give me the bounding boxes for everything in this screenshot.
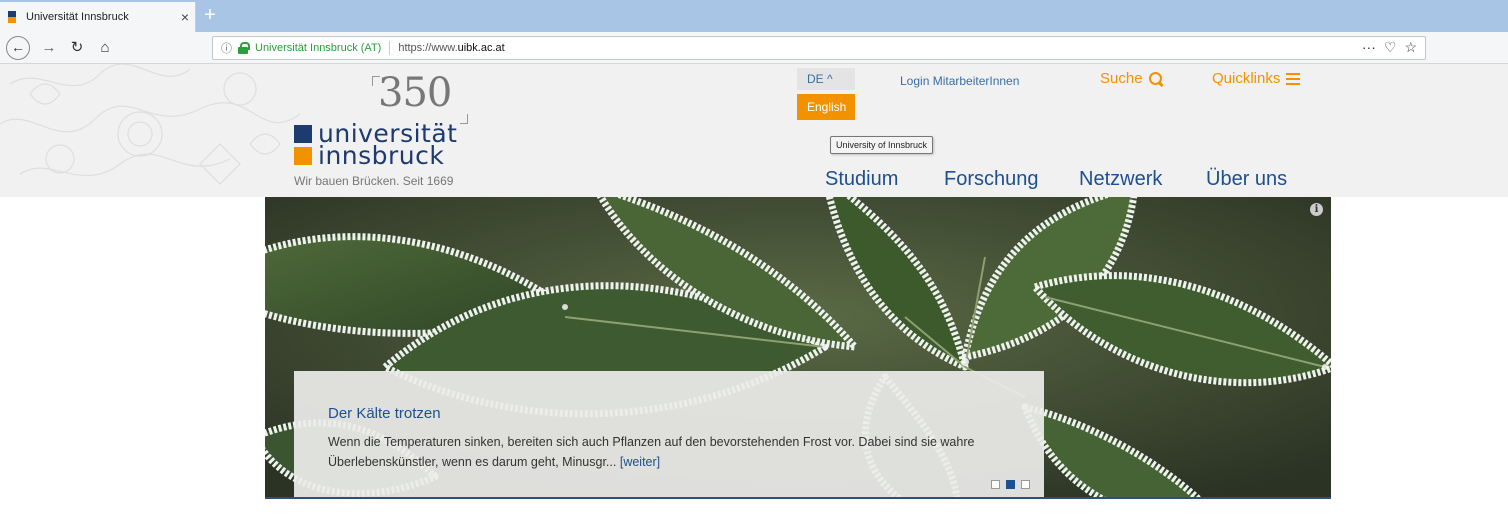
site-header: 350 universität innsbruck Wir bauen Brüc… xyxy=(0,64,1508,197)
pocket-icon[interactable]: ♡ xyxy=(1384,39,1397,56)
bookmark-star-icon[interactable]: ☆ xyxy=(1404,39,1417,56)
site-identity[interactable]: Universität Innsbruck (AT) xyxy=(255,42,381,54)
nav-ueber-uns[interactable]: Über uns xyxy=(1206,168,1287,191)
search-link[interactable]: Suche xyxy=(1100,70,1163,87)
page-actions-icon[interactable]: ··· xyxy=(1362,39,1376,56)
browser-nav-bar: ← → ↻ ⌂ ⓘ Universität Innsbruck (AT) htt… xyxy=(0,32,1508,64)
url-text[interactable]: https://www.uibk.ac.at xyxy=(398,42,504,54)
search-icon xyxy=(1148,71,1163,86)
nav-netzwerk[interactable]: Netzwerk xyxy=(1079,168,1162,191)
reload-button[interactable]: ↻ xyxy=(66,37,88,59)
slider-dot-1[interactable] xyxy=(991,480,1000,489)
browser-tab-bar: Universität Innsbruck × + xyxy=(0,0,1508,32)
anniversary-mark: 350 xyxy=(372,70,468,124)
read-more-link[interactable]: [weiter] xyxy=(620,455,660,469)
quicklinks-label: Quicklinks xyxy=(1212,70,1281,87)
anniversary-corner-bottom xyxy=(460,114,468,124)
logo-line-2: innsbruck xyxy=(318,141,445,170)
forward-button[interactable]: → xyxy=(38,37,60,59)
decorative-pattern xyxy=(0,64,300,185)
hero-text: Wenn die Temperaturen sinken, bereiten s… xyxy=(328,432,1010,472)
back-button[interactable]: ← xyxy=(6,36,30,60)
logo-orange-square xyxy=(294,147,312,165)
slider-dot-3[interactable] xyxy=(1021,480,1030,489)
anniversary-number: 350 xyxy=(378,70,452,116)
menu-icon xyxy=(1286,72,1301,85)
browser-tab[interactable]: Universität Innsbruck × xyxy=(0,2,196,32)
login-link[interactable]: Login MitarbeiterInnen xyxy=(900,74,1019,88)
new-tab-button[interactable]: + xyxy=(198,4,222,28)
nav-forschung[interactable]: Forschung xyxy=(944,168,1039,191)
hero-title[interactable]: Der Kälte trotzen xyxy=(328,405,1010,422)
info-icon[interactable]: ⓘ xyxy=(221,40,237,56)
tooltip: University of Innsbruck xyxy=(830,136,934,154)
language-switcher[interactable]: DE ^ xyxy=(797,68,855,90)
close-tab-icon[interactable]: × xyxy=(175,9,195,25)
hero-slider: i Der Kälte trotzen Wenn die Temperature… xyxy=(265,197,1331,499)
url-actions: ··· ♡ ☆ xyxy=(1362,39,1417,56)
search-label: Suche xyxy=(1100,70,1143,87)
slider-dot-2[interactable] xyxy=(1006,480,1015,489)
image-info-icon[interactable]: i xyxy=(1310,203,1323,216)
favicon-icon xyxy=(8,11,18,23)
logo-blue-square xyxy=(294,125,312,143)
address-bar[interactable]: ⓘ Universität Innsbruck (AT) https://www… xyxy=(212,36,1426,60)
quicklinks-link[interactable]: Quicklinks xyxy=(1212,70,1301,87)
language-option-english[interactable]: English xyxy=(797,94,855,120)
slider-dots xyxy=(991,480,1030,489)
home-button[interactable]: ⌂ xyxy=(94,37,116,59)
tab-title: Universität Innsbruck xyxy=(26,11,129,23)
url-separator xyxy=(389,41,391,55)
nav-studium[interactable]: Studium xyxy=(825,168,898,191)
tagline: Wir bauen Brücken. Seit 1669 xyxy=(294,174,454,188)
lock-icon[interactable] xyxy=(237,42,251,54)
hero-caption: Der Kälte trotzen Wenn die Temperaturen … xyxy=(294,371,1044,497)
